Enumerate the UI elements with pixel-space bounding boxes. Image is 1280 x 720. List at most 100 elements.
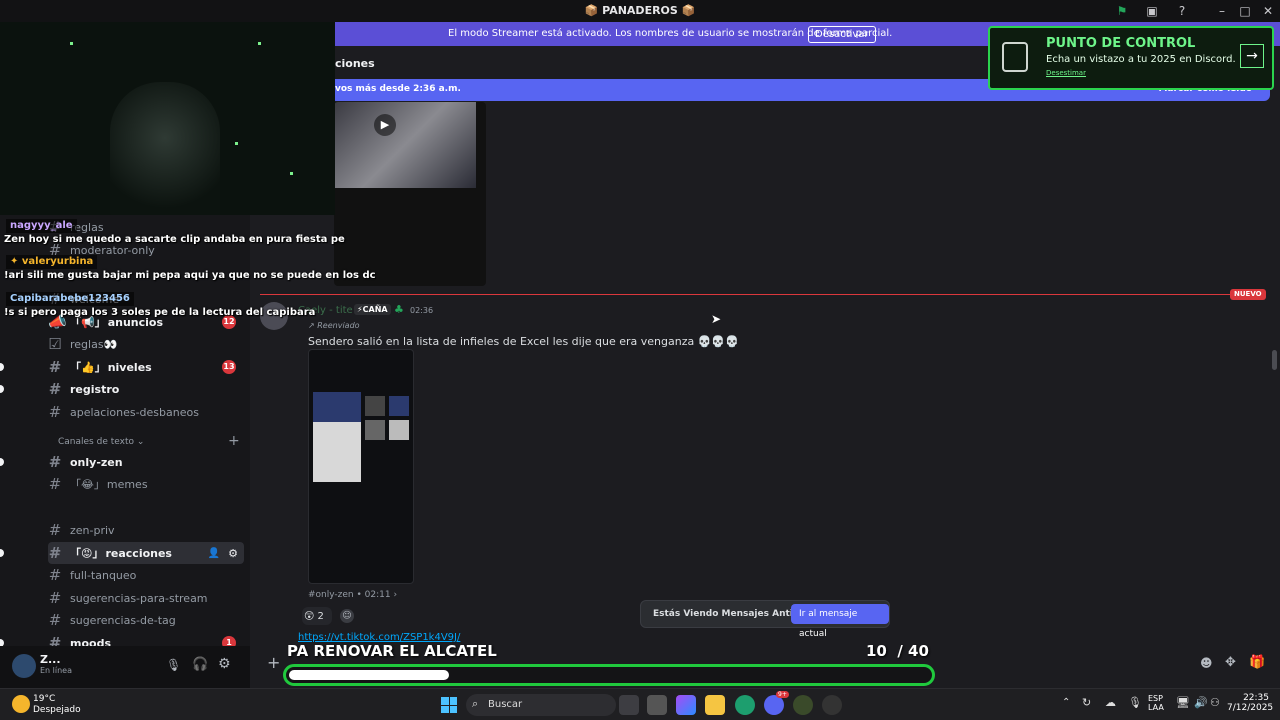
- video-attachment[interactable]: ▶: [334, 102, 486, 286]
- headphones-icon[interactable]: 🎧: [192, 657, 208, 672]
- reaction-emoji-icon: 😲: [304, 610, 315, 622]
- inbox-icon[interactable]: ▣: [1142, 2, 1162, 20]
- promo-dismiss[interactable]: Desestimar: [1046, 69, 1086, 77]
- disable-streamer-button[interactable]: Desactivar: [808, 26, 876, 43]
- sidebar-item-niveles[interactable]: # 「👍」 niveles 13: [0, 356, 244, 378]
- overlay-username: nagyyy_ale: [6, 219, 77, 233]
- message-time: 02:36: [410, 306, 434, 315]
- invite-icon[interactable]: 👤: [208, 548, 220, 559]
- lang-indicator[interactable]: ESP LAA: [1148, 694, 1164, 712]
- goal-title: PA RENOVAR EL ALCATEL: [287, 642, 497, 660]
- help-icon[interactable]: ?: [1172, 2, 1192, 20]
- inbox-flag-icon[interactable]: ⚑: [1112, 2, 1132, 20]
- play-icon[interactable]: ▶: [374, 114, 396, 136]
- unread-badge: 13: [222, 360, 236, 374]
- sidebar-item-reglas[interactable]: ☑ reglas👀: [48, 333, 244, 355]
- user-panel: Z... En línea 🎙 🎧 ⚙: [0, 646, 250, 688]
- sidebar-item-sugerencias-tag[interactable]: # sugerencias-de-tag: [48, 609, 244, 631]
- taskbar-search[interactable]: ⌕ Buscar: [466, 694, 616, 716]
- network-icon[interactable]: 🖥: [1176, 696, 1190, 709]
- windows-start-icon[interactable]: [441, 697, 457, 713]
- goal-progress-bar: [283, 664, 935, 686]
- task-view-icon[interactable]: [619, 695, 639, 715]
- taskbar: 19°C Despejado ⌕ Buscar 9+ ⌃ ↻ ☁ 🎙 ESP LA…: [0, 688, 1280, 720]
- image-attachment[interactable]: [308, 349, 414, 584]
- avatar[interactable]: [12, 654, 36, 678]
- video-thumbnail: [334, 102, 476, 188]
- checkpoint-promo[interactable]: PUNTO DE CONTROL Echa un vistazo a tu 20…: [988, 26, 1274, 90]
- add-attachment-icon[interactable]: +: [267, 653, 280, 672]
- search-icon: ⌕: [472, 697, 479, 710]
- discord-icon[interactable]: [764, 695, 784, 715]
- microphone-icon[interactable]: 🎙: [166, 658, 181, 672]
- old-messages-toast: Estás Viendo Mensajes Antiguos Ir al men…: [640, 600, 890, 639]
- light-speck: [290, 172, 293, 175]
- arrow-right-icon[interactable]: →: [1240, 44, 1264, 68]
- overlay-username: ✦ valeryurbina: [6, 255, 98, 269]
- source-channel-link[interactable]: #only-zen • 02:11 ›: [308, 590, 397, 600]
- goal-progress-fill: [289, 670, 449, 680]
- add-channel-icon[interactable]: +: [228, 433, 240, 449]
- screenshot-thumb: [365, 420, 385, 440]
- battery-icon[interactable]: ⚇: [1210, 696, 1220, 709]
- light-speck: [70, 42, 73, 45]
- webcam-overlay: [0, 22, 335, 215]
- discord-badge: 9+: [776, 691, 789, 698]
- promo-subtitle: Echa un vistazo a tu 2025 en Discord.: [1046, 54, 1236, 65]
- mouse-cursor: ➤: [711, 312, 722, 326]
- overlay-message: !ari sili me gusta bajar mi pepa aqui ya…: [4, 270, 376, 281]
- guild-tag[interactable]: ⚡CAÑA: [354, 304, 391, 315]
- trophy-icon: [1002, 42, 1028, 72]
- sidebar-item-reacciones[interactable]: # 「😡」 reacciones 👤 ⚙: [0, 542, 244, 564]
- sidebar-item-zen-priv[interactable]: # zen-priv: [48, 519, 244, 541]
- overlay-username: Capibarabebe123456: [6, 292, 134, 306]
- user-status: En línea: [40, 666, 73, 675]
- apps-icon[interactable]: ✥: [1225, 655, 1236, 670]
- window-title: 📦 PANADEROS 📦: [584, 4, 696, 17]
- gift-icon[interactable]: 🎁: [1249, 655, 1265, 670]
- role-icon: ♣: [394, 303, 404, 316]
- app-icon[interactable]: [793, 695, 813, 715]
- sidebar-item-only-zen[interactable]: # only-zen: [0, 451, 244, 473]
- weather-desc: Despejado: [33, 705, 81, 715]
- promo-title: PUNTO DE CONTROL: [1046, 36, 1196, 51]
- gear-icon[interactable]: ⚙: [218, 656, 231, 672]
- edge-icon[interactable]: [735, 695, 755, 715]
- sidebar-item-registro[interactable]: # registro: [0, 378, 244, 400]
- screenshot-thumb: [389, 420, 409, 440]
- overlay-message: Zen hoy si me quedo a sacarte clip andab…: [4, 234, 345, 245]
- reaction-chip[interactable]: 😲 2: [302, 607, 332, 625]
- sidebar-item-full-tanqueo[interactable]: # full-tanqueo: [48, 564, 244, 586]
- maximize-icon[interactable]: □: [1235, 2, 1255, 20]
- jump-to-present-button[interactable]: Ir al mensaje actual: [791, 604, 889, 639]
- close-icon[interactable]: ✕: [1258, 2, 1278, 20]
- add-reaction-icon[interactable]: ☺: [340, 609, 354, 623]
- unread-indicator: [0, 363, 4, 371]
- volume-icon[interactable]: 🔊: [1194, 696, 1208, 709]
- weather-icon[interactable]: [12, 695, 30, 713]
- unread-indicator: [0, 458, 4, 466]
- screenshot-thumb: [389, 396, 409, 416]
- chevron-up-icon[interactable]: ⌃: [1062, 697, 1070, 708]
- sidebar-item-memes[interactable]: # 「😂」 memes: [48, 473, 244, 495]
- chat-area: ciones vos más desde 2:36 a.m. Marcar co…: [250, 46, 1280, 646]
- cloud-icon[interactable]: ☁: [1105, 696, 1116, 709]
- file-explorer-icon[interactable]: [705, 695, 725, 715]
- scrollbar-thumb[interactable]: [1272, 350, 1277, 370]
- emoji-icon[interactable]: ☻: [1200, 656, 1213, 670]
- clock[interactable]: 22:35 7/12/2025: [1227, 693, 1273, 713]
- new-divider: [260, 294, 1230, 295]
- mic-icon[interactable]: 🎙: [1128, 696, 1142, 709]
- sidebar-item-sugerencias-stream[interactable]: # sugerencias-para-stream: [48, 587, 244, 609]
- category-text-channels[interactable]: Canales de texto ⌄: [58, 437, 144, 447]
- store-icon[interactable]: [647, 695, 667, 715]
- sidebar-item-apelaciones[interactable]: # apelaciones-desbaneos: [48, 401, 244, 423]
- copilot-icon[interactable]: [676, 695, 696, 715]
- new-label: NUEVO: [1230, 289, 1266, 300]
- minimize-icon[interactable]: –: [1212, 2, 1232, 20]
- app-icon[interactable]: [822, 695, 842, 715]
- unread-indicator: [0, 385, 4, 393]
- gear-icon[interactable]: ⚙: [228, 547, 238, 560]
- unread-indicator: [0, 549, 4, 557]
- sync-icon[interactable]: ↻: [1082, 696, 1091, 709]
